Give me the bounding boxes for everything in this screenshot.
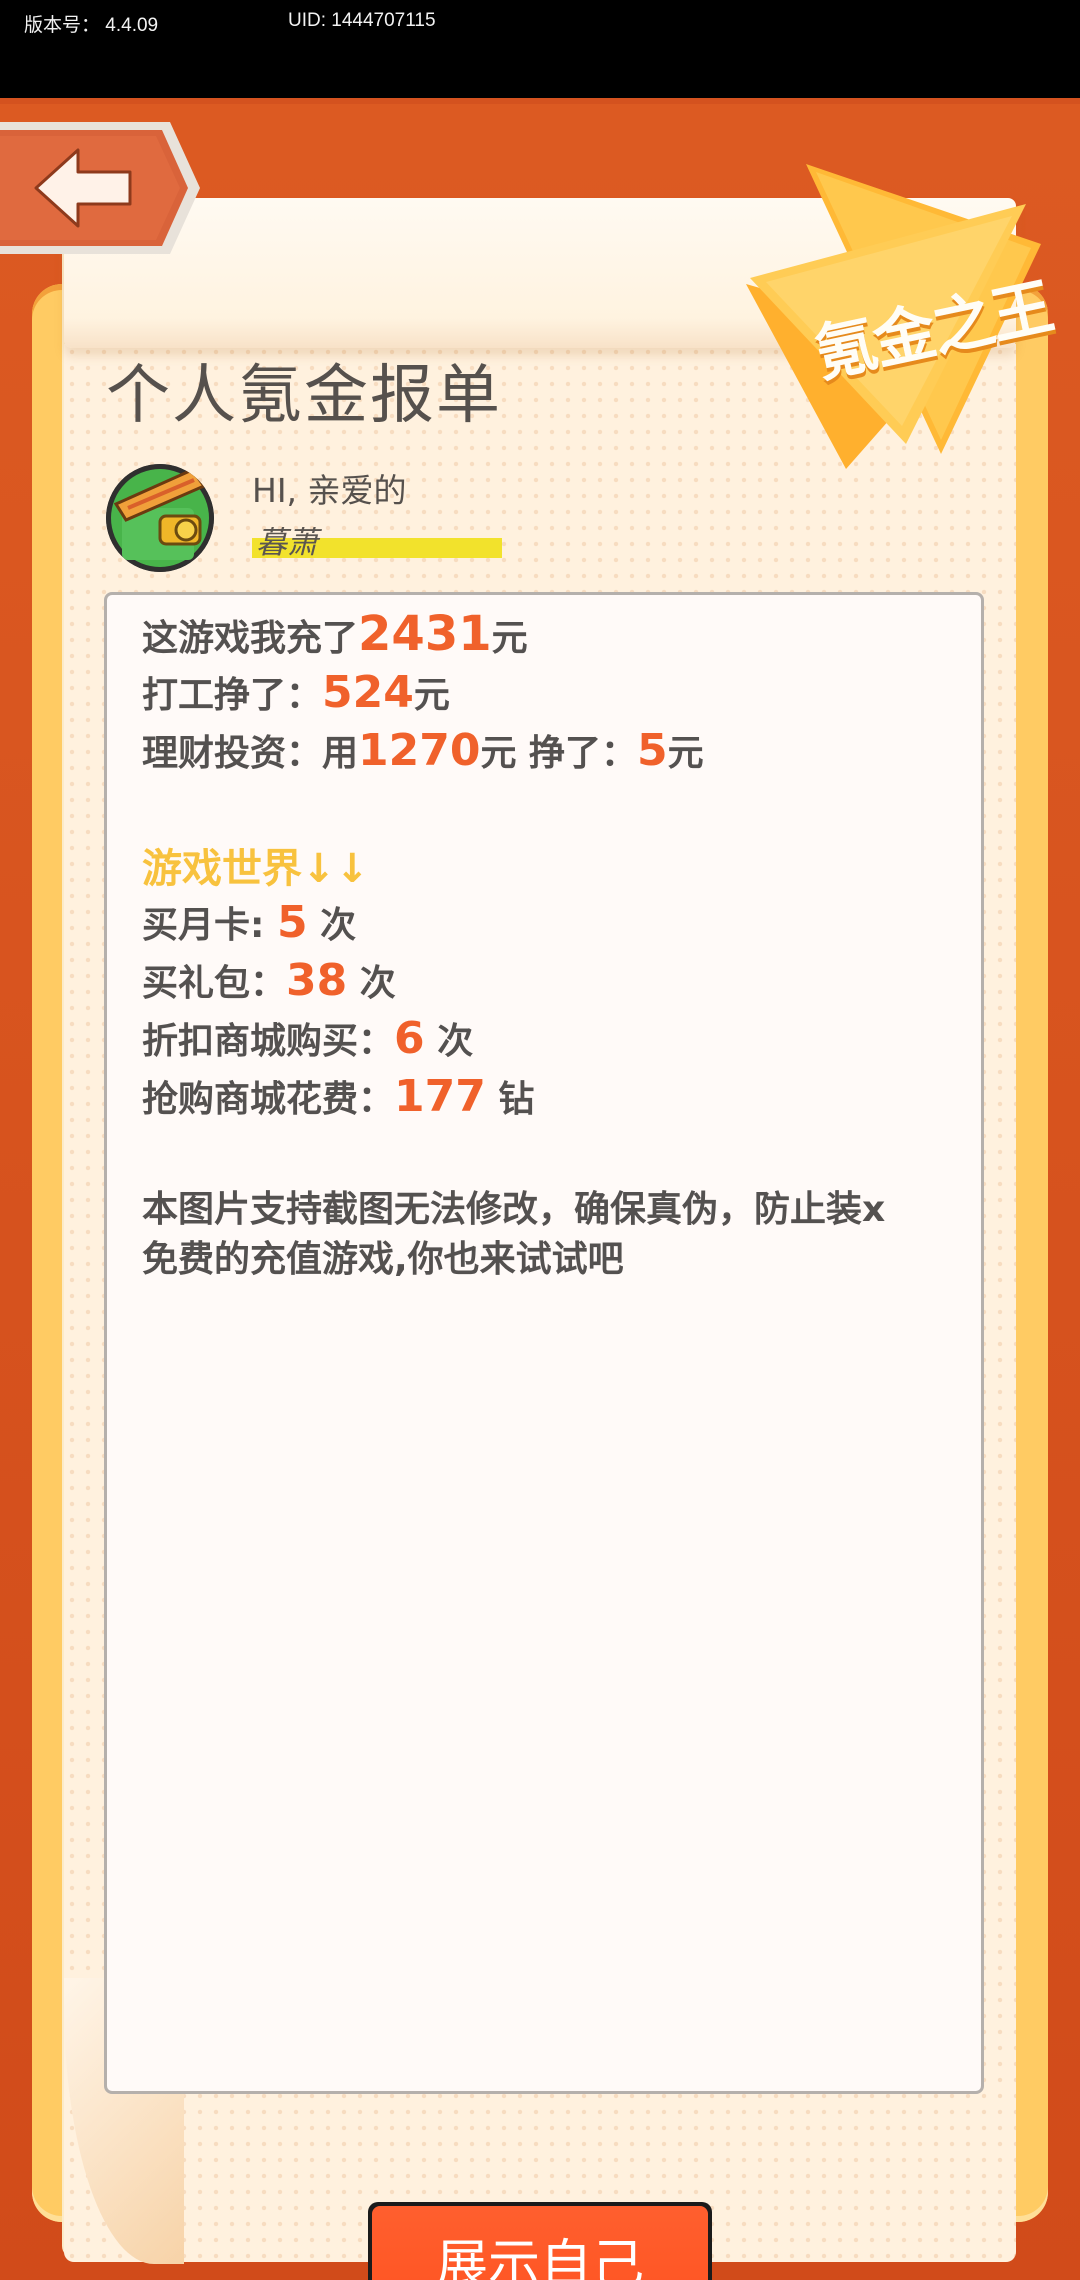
monthly-card-line: 买月卡: 5 次 bbox=[142, 896, 356, 948]
invest-earned-label: 元 挣了： bbox=[480, 733, 638, 774]
gift-pack-unit: 次 bbox=[359, 963, 396, 1004]
report-stage: 氪金之王 个人氪金报单 HI, 亲爱的 暮萧 这游戏我充了2431元 打工挣了：… bbox=[0, 98, 1080, 2280]
game-world-heading: 游戏世界↓↓ bbox=[142, 846, 370, 892]
show-button-label: 展示自己 bbox=[435, 2235, 644, 2280]
discount-shop-count: 6 bbox=[394, 1013, 425, 1064]
invest-line: 理财投资：用1270元 挣了：5元 bbox=[142, 724, 704, 776]
username: 暮萧 bbox=[256, 525, 318, 561]
invest-earned-amount: 5 bbox=[637, 725, 668, 776]
invest-label: 理财投资：用 bbox=[142, 733, 359, 774]
greeting-text: HI, 亲爱的 bbox=[252, 471, 407, 510]
vip-badge: 氪金之王 bbox=[726, 164, 1058, 474]
show-button-face: 展示自己 bbox=[372, 2206, 708, 2280]
monthly-card-label: 买月卡: bbox=[142, 905, 265, 946]
note-line-1: 本图片支持截图无法修改，确保真伪，防止装x bbox=[142, 1189, 886, 1230]
back-button[interactable] bbox=[0, 122, 200, 254]
uid-label: UID: 1444707115 bbox=[288, 10, 436, 31]
work-earned-line: 打工挣了：524元 bbox=[142, 666, 450, 718]
flash-shop-unit: 钻 bbox=[498, 1079, 535, 1120]
invest-unit: 元 bbox=[667, 733, 704, 774]
total-recharge-label: 这游戏我充了 bbox=[142, 618, 359, 659]
status-bar: 版本号： 4.4.09 UID: 1444707115 bbox=[0, 0, 1080, 98]
flash-shop-line: 抢购商城花费：177 钻 bbox=[142, 1070, 534, 1122]
flash-shop-amount: 177 bbox=[394, 1071, 486, 1122]
invest-amount: 1270 bbox=[358, 725, 481, 776]
show-myself-button[interactable]: 展示自己 bbox=[368, 2202, 712, 2280]
discount-shop-line: 折扣商城购买：6 次 bbox=[142, 1012, 473, 1064]
discount-shop-label: 折扣商城购买： bbox=[142, 1021, 395, 1062]
work-earned-label: 打工挣了： bbox=[142, 675, 323, 716]
gift-pack-label: 买礼包： bbox=[142, 963, 287, 1004]
back-arrow-icon bbox=[0, 122, 200, 254]
game-avatar-icon bbox=[106, 464, 214, 572]
gift-pack-line: 买礼包：38 次 bbox=[142, 954, 396, 1006]
total-recharge-unit: 元 bbox=[491, 618, 528, 659]
avatar bbox=[106, 464, 214, 572]
total-recharge-line: 这游戏我充了2431元 bbox=[142, 606, 528, 662]
note-line-2: 免费的充值游戏,你也来试试吧 bbox=[142, 1239, 624, 1280]
flash-shop-label: 抢购商城花费： bbox=[142, 1079, 395, 1120]
work-earned-unit: 元 bbox=[413, 675, 450, 716]
gift-pack-count: 38 bbox=[286, 955, 348, 1006]
total-recharge-amount: 2431 bbox=[358, 606, 492, 662]
page-title: 个人氪金报单 bbox=[106, 359, 502, 433]
version-label: 版本号： 4.4.09 bbox=[24, 15, 159, 36]
monthly-card-unit: 次 bbox=[320, 905, 357, 946]
discount-shop-unit: 次 bbox=[437, 1021, 474, 1062]
monthly-card-count: 5 bbox=[276, 897, 308, 948]
report-box bbox=[104, 592, 984, 2094]
work-earned-amount: 524 bbox=[322, 667, 414, 718]
